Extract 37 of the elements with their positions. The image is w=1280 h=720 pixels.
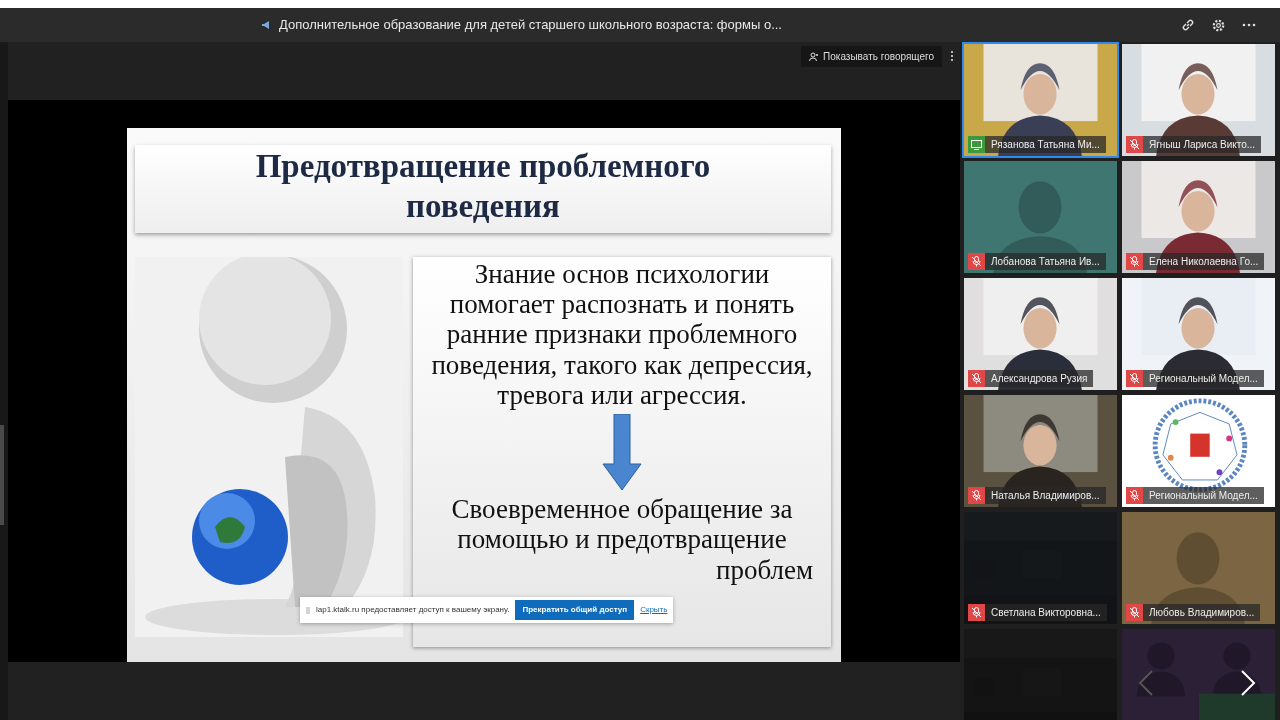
more-icon[interactable] bbox=[950, 50, 954, 62]
link-icon[interactable] bbox=[1181, 18, 1195, 32]
participant-name: Ягныш Лариса Викто... bbox=[1143, 136, 1262, 153]
video-tile[interactable]: Региональный Модел... bbox=[1120, 393, 1277, 509]
participant-name: Региональный Модел... bbox=[1143, 370, 1264, 387]
video-tile[interactable]: Наталья Владимиров... bbox=[962, 393, 1119, 509]
more-icon[interactable] bbox=[1242, 23, 1256, 27]
participant-name: Лобанова Татьяна Ив... bbox=[985, 253, 1106, 270]
drag-handle-icon[interactable] bbox=[306, 606, 310, 614]
participant-name: Александрова Рузия bbox=[985, 370, 1094, 387]
participant-name: Наталья Владимиров... bbox=[985, 487, 1106, 504]
participant-name: Елена Николаевна Го... bbox=[1143, 253, 1265, 270]
down-arrow-icon bbox=[602, 414, 642, 491]
participant-name: Светлана Викторовна... bbox=[985, 604, 1107, 621]
megaphone-icon bbox=[261, 20, 271, 30]
video-tile[interactable]: Рязанова Татьяна Ми... bbox=[962, 42, 1119, 158]
video-tile[interactable]: Елена Николаевна Го... bbox=[1120, 159, 1277, 275]
scrollbar-thumb[interactable] bbox=[0, 425, 4, 525]
person-icon bbox=[809, 52, 820, 61]
video-tile[interactable]: Любовь Владимиров... bbox=[1120, 510, 1277, 626]
meeting-title: Дополнительное образование для детей старшего школьного возраста: формы о... bbox=[279, 16, 782, 35]
stop-sharing-button[interactable]: Прекратить общий доступ bbox=[515, 600, 635, 620]
video-tile[interactable]: Региональный Модел... bbox=[1120, 276, 1277, 392]
show-speaker-button[interactable]: Показывать говорящего bbox=[801, 46, 942, 67]
slide-title: Предотвращение проблемного поведения bbox=[255, 148, 711, 224]
slide-text: проблем bbox=[715, 554, 813, 585]
video-tile[interactable]: Александрова Рузия bbox=[962, 276, 1119, 392]
participant-name: Рязанова Татьяна Ми... bbox=[985, 136, 1106, 153]
participant-name: Региональный Модел... bbox=[1143, 487, 1264, 504]
video-tile[interactable]: Лобанова Татьяна Ив... bbox=[962, 159, 1119, 275]
video-tile[interactable]: Ягныш Лариса Викто... bbox=[1120, 42, 1277, 158]
hide-link[interactable]: Скрыть bbox=[640, 604, 668, 616]
video-tile[interactable]: Светлана Викторовна... bbox=[962, 510, 1119, 626]
settings-icon[interactable] bbox=[1211, 17, 1226, 33]
participant-name: Любовь Владимиров... bbox=[1143, 604, 1261, 621]
notice-text: lap1.ktalk.ru предоставляет доступ к вашему экрану. bbox=[316, 604, 510, 616]
slide-paragraph: Знание основ психологии помогает распознать и понять ранние признаки проблемного поведения, такого как депрессия, тревога или агрессия. bbox=[430, 259, 814, 411]
